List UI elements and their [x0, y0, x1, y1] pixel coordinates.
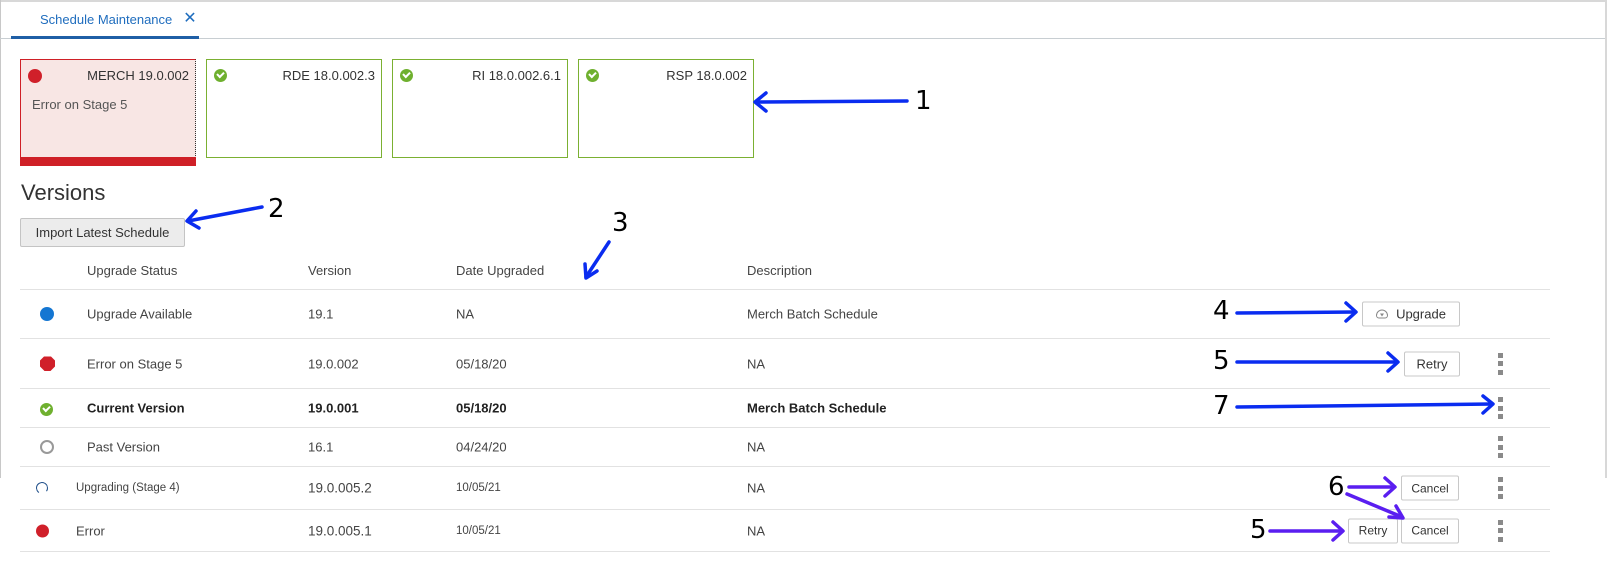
annotation-arrow-7: [1235, 394, 1495, 415]
annotation-arrow-6a: [1347, 476, 1397, 498]
annotation-arrow-2: [185, 205, 264, 230]
annotation-arrows: [185, 91, 1495, 542]
annotation-arrow-4: [1235, 301, 1358, 323]
page: Schedule Maintenance ✕ MERCH 19.0.002 Er…: [0, 0, 1607, 565]
annotation-arrow-5: [1235, 351, 1400, 373]
annotation-arrow-6b: [1345, 492, 1405, 520]
annotation-arrow-3: [583, 240, 611, 280]
annotation-arrow-1: [753, 91, 909, 113]
annotation-arrow-5b: [1268, 520, 1345, 542]
